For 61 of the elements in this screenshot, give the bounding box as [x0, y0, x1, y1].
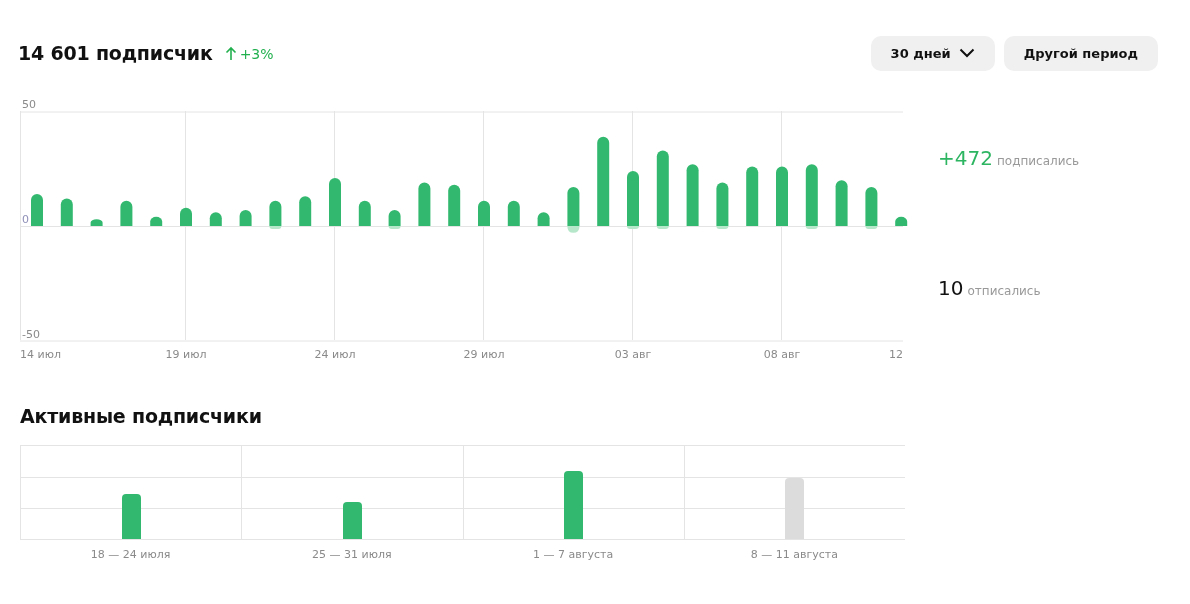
subscribed-bar — [716, 182, 729, 226]
unsubscribed-bar — [388, 226, 401, 229]
subscribed-bar — [627, 171, 639, 226]
x-axis-label: 03 авг — [614, 348, 652, 361]
growth-percentage: +3% — [239, 46, 274, 62]
subscribed-bar — [358, 200, 371, 226]
x-axis-label: 19 июл — [165, 348, 207, 361]
subscribed-bar — [537, 212, 550, 226]
x-axis-label: 24 июл — [314, 348, 356, 361]
subscribed-bar — [805, 164, 818, 226]
subscribed-bar — [507, 200, 520, 226]
subscribed-bar — [239, 210, 252, 226]
custom-period-button[interactable]: Другой период — [1003, 35, 1158, 71]
subscriber-count-title: 14 601 подписчик — [18, 42, 213, 64]
week-label: 25 — 31 июля — [312, 548, 392, 561]
subscribed-bar — [418, 182, 431, 226]
subscribed-bar — [120, 200, 133, 226]
subscribed-bar — [388, 210, 401, 226]
unsubscribed-bar — [865, 226, 878, 229]
subscribed-bar — [299, 196, 312, 226]
subscribed-bar — [90, 219, 103, 226]
stat-label: подписались — [996, 154, 1080, 168]
week-label: 1 — 7 августа — [533, 548, 614, 561]
subscribed-bar — [150, 216, 163, 226]
subscribed-bar — [746, 166, 759, 226]
stat-value: +472 — [938, 146, 993, 170]
section-title: Активные подписчики — [20, 405, 263, 427]
stat-value: 10 — [938, 276, 964, 300]
y-axis-label: 0 — [22, 213, 29, 226]
subscribed-bar — [567, 187, 580, 226]
subscribed-bar — [895, 216, 908, 226]
subscribed-bar — [686, 164, 699, 226]
week-label: 8 — 11 августа — [750, 548, 838, 561]
chevron-down-icon — [958, 48, 975, 58]
x-axis-label: 12 — [889, 348, 903, 361]
subscribed-bar — [60, 198, 73, 226]
y-axis-label: -50 — [22, 327, 40, 341]
unsubscribed-bar — [269, 226, 282, 229]
period-dropdown[interactable]: 30 дней — [870, 35, 995, 71]
subscribed-bar — [209, 212, 222, 226]
subscribed-bar — [180, 207, 192, 226]
subscribed-bar — [478, 200, 490, 226]
x-axis-label: 14 июл — [20, 348, 61, 361]
subscribed-bar — [776, 166, 788, 226]
unsubscribed-bar — [656, 226, 669, 229]
subscribed-bar — [865, 187, 878, 226]
unsubscribed-bar — [805, 226, 818, 229]
subscribed-bar — [329, 177, 341, 226]
unsubscribed-bar — [567, 226, 580, 233]
subscribed-bar — [31, 193, 43, 226]
y-axis-label: 50 — [22, 97, 36, 111]
unsubscribed-bar — [627, 226, 639, 229]
unsubscribed-bar — [716, 226, 729, 229]
subscribed-bar — [448, 184, 461, 226]
subscribed-bar — [835, 180, 848, 226]
x-axis-label: 29 июл — [463, 348, 505, 361]
x-axis-label: 08 авг — [763, 348, 801, 361]
subscribed-bar — [269, 200, 282, 226]
week-label: 18 — 24 июля — [90, 548, 171, 561]
stat-label: отписались — [967, 284, 1041, 298]
arrow-up-icon — [224, 46, 237, 62]
